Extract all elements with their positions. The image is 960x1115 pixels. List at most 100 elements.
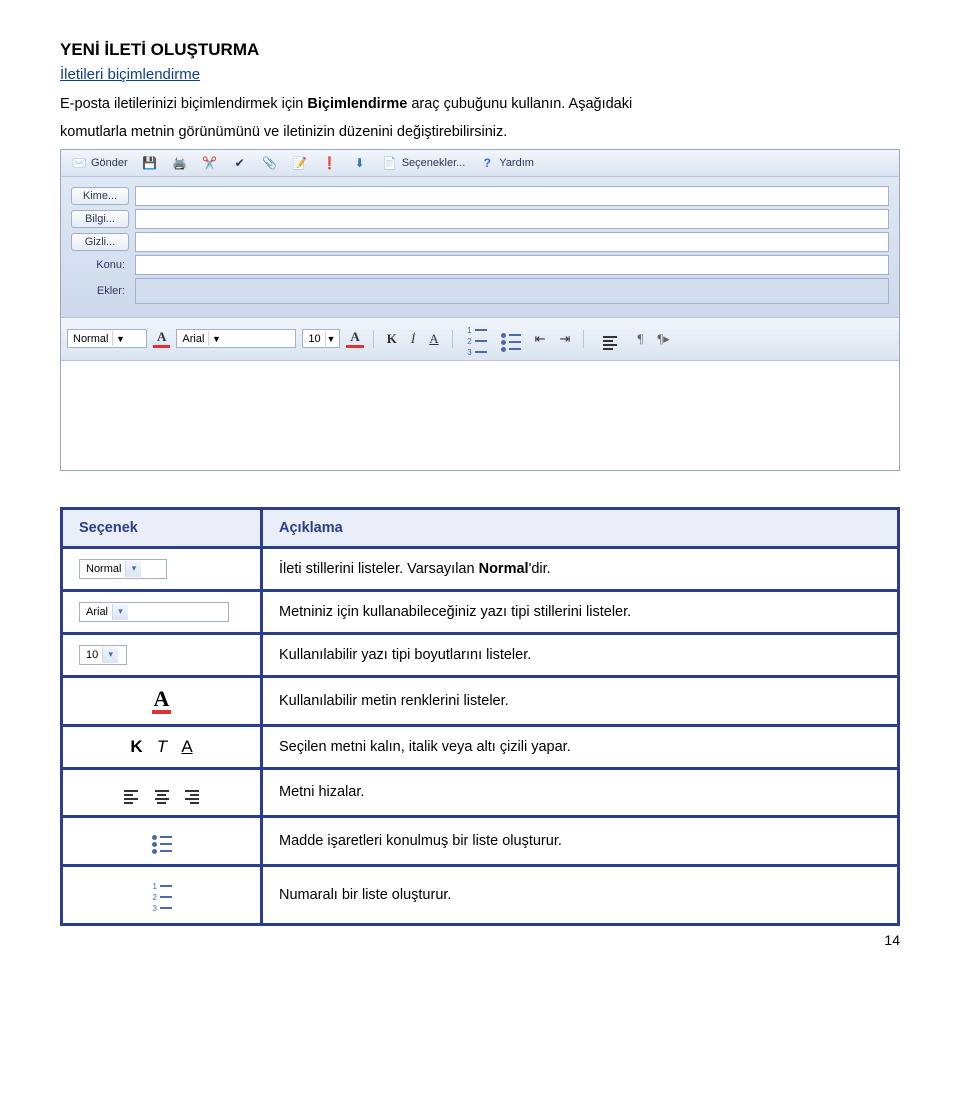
signature-button[interactable]: 📝 (288, 153, 312, 173)
font-dropdown-sample: Arial ▾ (79, 602, 229, 622)
desc-cell: Kullanılabilir metin renklerini listeler… (262, 676, 899, 725)
priority-low-icon: ⬇ (352, 155, 368, 171)
option-cell: K T A (62, 725, 262, 768)
option-cell: 1 2 3 (62, 865, 262, 924)
to-button[interactable]: Kime... (71, 187, 129, 205)
numbered-list-button[interactable]: 1 2 3 (462, 321, 491, 357)
desc-cell: Seçilen metni kalın, italik veya altı çi… (262, 725, 899, 768)
cc-button[interactable]: Bilgi... (71, 210, 129, 228)
bulleted-list-button[interactable] (497, 326, 525, 352)
section-subheading: İletileri biçimlendirme (60, 66, 900, 83)
col-header-desc: Açıklama (262, 508, 899, 547)
chevron-down-icon: ▼ (208, 331, 223, 346)
font-dropdown[interactable]: Arial ▼ (176, 329, 296, 348)
help-icon: ? (479, 155, 495, 171)
save-icon: 💾 (142, 155, 158, 171)
priority-high-button[interactable]: ❗ (318, 153, 342, 173)
compose-body[interactable] (61, 360, 899, 470)
attachments-field[interactable] (135, 278, 889, 304)
style-dropdown-sample: Normal ▾ (79, 559, 167, 579)
desc-cell: Metni hizalar. (262, 768, 899, 816)
chevron-down-icon: ▼ (325, 331, 337, 346)
table-row: A Kullanılabilir metin renklerini listel… (62, 676, 899, 725)
text-color-button[interactable]: A (346, 329, 363, 348)
print-button[interactable]: 🖨️ (168, 153, 192, 173)
dedent-button[interactable]: ⇤ (531, 331, 550, 347)
spellcheck-button[interactable]: ✔ (228, 153, 252, 173)
compose-window: ✉️ Gönder 💾 🖨️ ✂️ ✔ 📎 📝 ❗ ⬇ 📄 Seçenekler… (60, 149, 900, 471)
desc-cell: Kullanılabilir yazı tipi boyutlarını lis… (262, 633, 899, 676)
desc-cell: Numaralı bir liste oluşturur. (262, 865, 899, 924)
style-dropdown[interactable]: Normal ▼ (67, 329, 147, 348)
format-toolbar: Normal ▼ A Arial ▼ 10 ▼ A K İ A 1 2 3 (61, 317, 899, 360)
save-button[interactable]: 💾 (138, 153, 162, 173)
options-table: Seçenek Açıklama Normal ▾ İleti stilleri… (60, 507, 900, 926)
bold-icon: K (130, 737, 142, 756)
font-color-icon: A (152, 688, 172, 714)
desc-cell: İleti stillerini listeler. Varsayılan No… (262, 547, 899, 590)
font-color-picker[interactable]: A (153, 329, 170, 348)
chevron-down-icon: ▾ (112, 604, 128, 620)
table-row: Madde işaretleri konulmuş bir liste oluş… (62, 816, 899, 865)
desc-cell: Madde işaretleri konulmuş bir liste oluş… (262, 816, 899, 865)
options-icon: 📄 (382, 155, 398, 171)
bold-button[interactable]: K (383, 331, 401, 347)
show-formatting-button[interactable]: ¶ (633, 331, 647, 347)
table-row: 1 2 3 Numaralı bir liste oluşturur. (62, 865, 899, 924)
compose-toolbar: ✉️ Gönder 💾 🖨️ ✂️ ✔ 📎 📝 ❗ ⬇ 📄 Seçenekler… (61, 150, 899, 177)
underline-button[interactable]: A (425, 331, 442, 347)
paperclip-icon: 📎 (262, 155, 278, 171)
cc-field[interactable] (135, 209, 889, 229)
intro-paragraph-1: E-posta iletilerinizi biçimlendirmek içi… (60, 93, 900, 117)
numbered-list-icon: 1 2 3 (151, 882, 172, 913)
undo-icon: ✂️ (202, 155, 218, 171)
desc-cell: Metniniz için kullanabileceğiniz yazı ti… (262, 590, 899, 633)
to-field[interactable] (135, 186, 889, 206)
italic-icon: T (157, 737, 167, 756)
size-dropdown-sample: 10 ▾ (79, 645, 127, 665)
align-center-icon (155, 789, 169, 805)
col-header-option: Seçenek (62, 508, 262, 547)
send-icon: ✉️ (71, 155, 87, 171)
align-left-button[interactable] (593, 326, 627, 351)
option-cell: 10 ▾ (62, 633, 262, 676)
attach-button[interactable]: 📎 (258, 153, 282, 173)
bcc-button[interactable]: Gizli... (71, 233, 129, 251)
align-left-icon (124, 789, 138, 805)
priority-low-button[interactable]: ⬇ (348, 153, 372, 173)
ltr-button[interactable]: ¶▸ (653, 331, 673, 347)
indent-button[interactable]: ⇥ (556, 331, 575, 347)
option-cell (62, 816, 262, 865)
size-dropdown[interactable]: 10 ▼ (302, 329, 340, 348)
compose-header: Kime... Bilgi... Gizli... Konu: Ekler: (61, 177, 899, 317)
undo-button[interactable]: ✂️ (198, 153, 222, 173)
table-row: Arial ▾ Metniniz için kullanabileceğiniz… (62, 590, 899, 633)
send-button[interactable]: ✉️ Gönder (67, 153, 132, 173)
table-row: K T A Seçilen metni kalın, italik veya a… (62, 725, 899, 768)
option-cell (62, 768, 262, 816)
signature-icon: 📝 (292, 155, 308, 171)
option-cell: Arial ▾ (62, 590, 262, 633)
table-row: Metni hizalar. (62, 768, 899, 816)
bcc-field[interactable] (135, 232, 889, 252)
help-button[interactable]: ? Yardım (475, 153, 538, 173)
subject-label: Konu: (71, 257, 129, 273)
underline-icon: A (181, 737, 192, 756)
table-row: 10 ▾ Kullanılabilir yazı tipi boyutların… (62, 633, 899, 676)
print-icon: 🖨️ (172, 155, 188, 171)
option-cell: A (62, 676, 262, 725)
italic-button[interactable]: İ (407, 331, 419, 347)
priority-high-icon: ❗ (322, 155, 338, 171)
options-button[interactable]: 📄 Seçenekler... (378, 153, 470, 173)
chevron-down-icon: ▾ (125, 561, 141, 577)
chevron-down-icon: ▼ (112, 331, 127, 346)
chevron-down-icon: ▾ (102, 647, 118, 663)
align-right-icon (185, 789, 199, 805)
attachments-label: Ekler: (71, 283, 129, 299)
table-row: Normal ▾ İleti stillerini listeler. Vars… (62, 547, 899, 590)
bulleted-list-icon (152, 835, 172, 854)
subject-field[interactable] (135, 255, 889, 275)
page-title: YENİ İLETİ OLUŞTURMA (60, 40, 900, 60)
option-cell: Normal ▾ (62, 547, 262, 590)
page-number: 14 (60, 932, 900, 948)
